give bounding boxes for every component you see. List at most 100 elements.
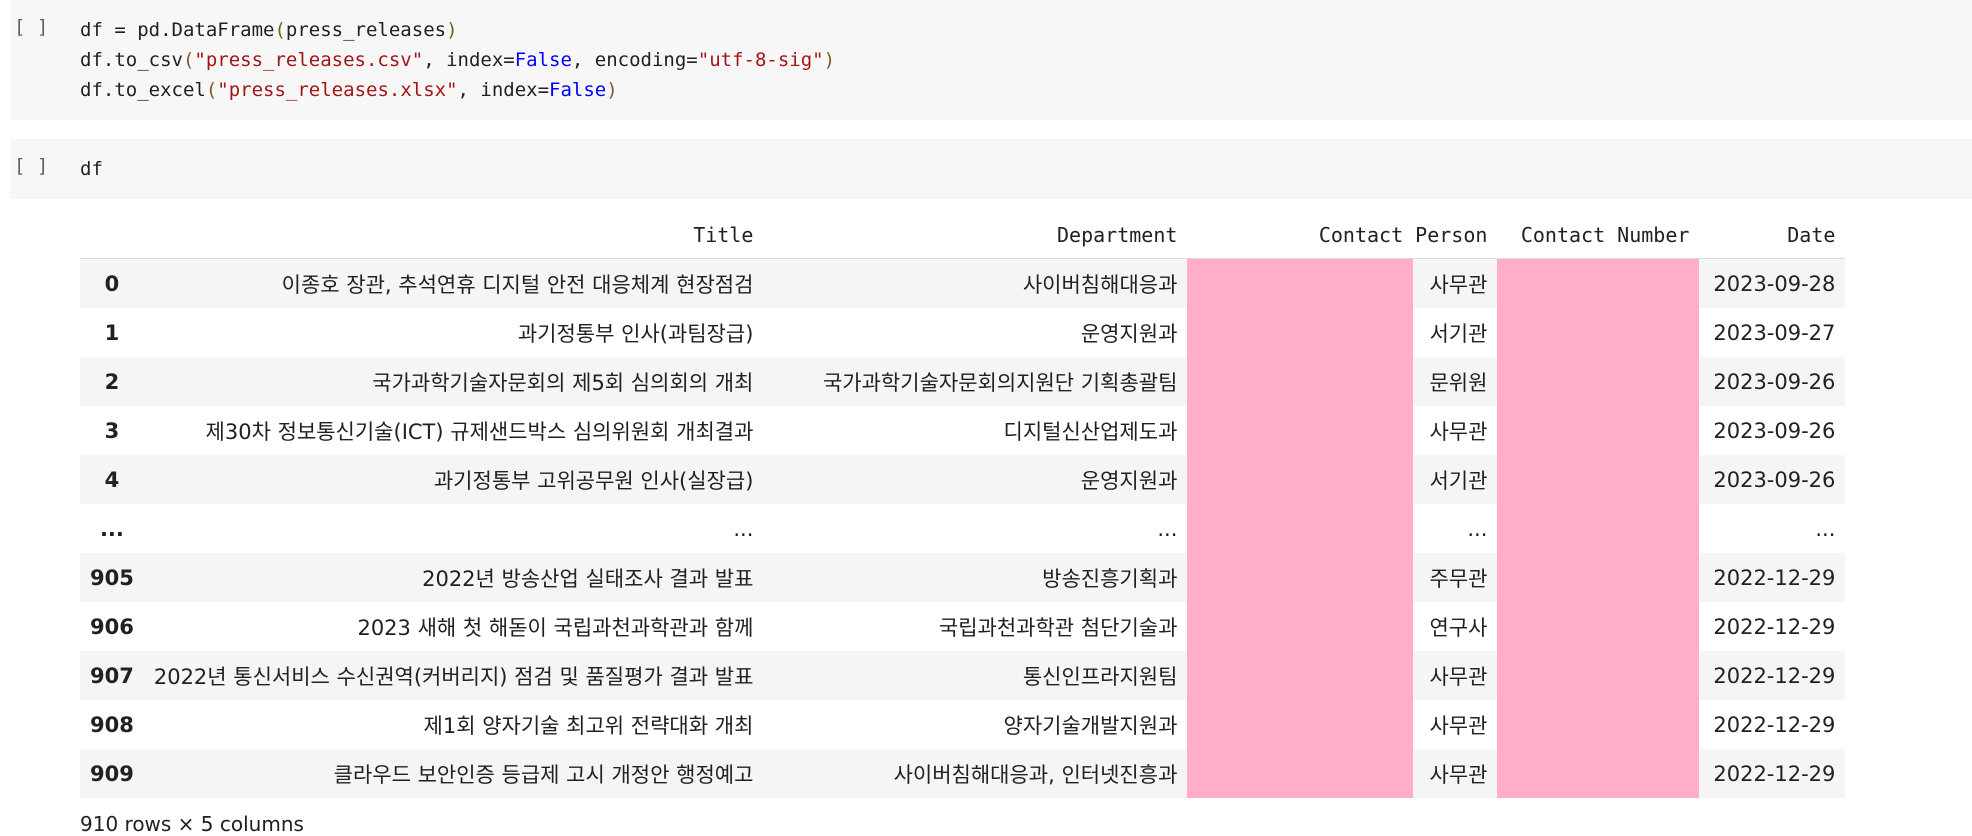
cell-date: 2022-12-29: [1699, 553, 1846, 602]
code-line: df: [80, 154, 103, 184]
redacted-contact-name: [1187, 651, 1414, 700]
code-token: "press_releases.xlsx": [217, 79, 458, 101]
code-token: ): [606, 79, 618, 101]
row-index: 907: [80, 651, 144, 700]
cell-date: ...: [1699, 504, 1846, 553]
redacted-contact-name: [1187, 406, 1414, 455]
column-header-title: Title: [143, 212, 764, 259]
cell-title: 2023 새해 첫 해돋이 국립과천과학관과 함께: [143, 602, 764, 651]
redacted-contact-number: [1497, 651, 1700, 700]
cell-contact-person: 주무관: [1413, 553, 1498, 602]
cell-contact-person: 서기관: [1413, 308, 1498, 357]
cell-contact-person: 사무관: [1413, 700, 1498, 749]
cell-department: 운영지원과: [763, 455, 1188, 504]
table-row: ...............: [80, 504, 1846, 553]
code-token: , encoding=: [571, 49, 698, 71]
cell-date: 2022-12-29: [1699, 700, 1846, 749]
row-index: 1: [80, 308, 144, 357]
redacted-contact-name: [1187, 602, 1414, 651]
redacted-contact-number: [1497, 455, 1700, 504]
cell-date: 2022-12-29: [1699, 749, 1846, 798]
redacted-contact-name: [1187, 357, 1414, 406]
run-cell-1-button[interactable]: [ ]: [14, 16, 58, 46]
cell-date: 2022-12-29: [1699, 651, 1846, 700]
cell-department: 양자기술개발지원과: [763, 700, 1188, 749]
redacted-contact-name: [1187, 258, 1414, 308]
table-row: 907 2022년 통신서비스 수신권역(커버리지) 점검 및 품질평가 결과 발…: [80, 651, 1846, 700]
cell-title: 제1회 양자기술 최고위 전략대화 개최: [143, 700, 764, 749]
redacted-contact-name: [1187, 749, 1414, 798]
table-row: 909 클라우드 보안인증 등급제 고시 개정안 행정예고 사이버침해대응과, 인터…: [80, 749, 1846, 798]
cell-title: 2022년 방송산업 실태조사 결과 발표: [143, 553, 764, 602]
cell-date: 2023-09-26: [1699, 406, 1846, 455]
code-token: False: [549, 79, 607, 101]
redacted-contact-number: [1497, 258, 1700, 308]
cell-title: 제30차 정보통신기술(ICT) 규제샌드박스 심의위원회 개최결과: [143, 406, 764, 455]
redacted-contact-number: [1497, 504, 1700, 553]
cell-date: 2022-12-29: [1699, 602, 1846, 651]
code-line: df.to_excel("press_releases.xlsx", index…: [80, 75, 835, 105]
redacted-contact-number: [1497, 700, 1700, 749]
redacted-contact-name: [1187, 700, 1414, 749]
cell-department: 방송진흥기획과: [763, 553, 1188, 602]
cell-department: 사이버침해대응과, 인터넷진흥과: [763, 749, 1188, 798]
cell-contact-person: 사무관: [1413, 749, 1498, 798]
column-header-contact-number: Contact Number: [1497, 212, 1700, 259]
column-header-index: [80, 212, 144, 259]
code-token: "utf-8-sig": [697, 49, 824, 71]
column-header-department: Department: [763, 212, 1188, 259]
redacted-contact-number: [1497, 406, 1700, 455]
cell-contact-person: 사무관: [1413, 651, 1498, 700]
code-token: df.to_csv: [80, 49, 183, 71]
redacted-contact-name: [1187, 504, 1414, 553]
cell-contact-person: 서기관: [1413, 455, 1498, 504]
redacted-contact-name: [1187, 308, 1414, 357]
redacted-contact-name: [1187, 455, 1414, 504]
row-index: 2: [80, 357, 144, 406]
cell-department: 통신인프라지원팀: [763, 651, 1188, 700]
cell-title: 과기정통부 고위공무원 인사(실장급): [143, 455, 764, 504]
code-cell-1-source[interactable]: df = pd.DataFrame(press_releases) df.to_c…: [80, 15, 835, 105]
run-cell-2-button[interactable]: [ ]: [14, 155, 58, 185]
cell-department: 국립과천과학관 첨단기술과: [763, 602, 1188, 651]
code-token: , index=: [457, 79, 550, 101]
code-line: df = pd.DataFrame(press_releases): [80, 15, 835, 45]
dataframe-output: Title Department Contact Person Contact …: [80, 212, 1846, 798]
code-token: (: [274, 19, 286, 41]
row-index: 905: [80, 553, 144, 602]
code-token: ): [823, 49, 836, 71]
cell-contact-person: 문위원: [1413, 357, 1498, 406]
table-row: 4 과기정통부 고위공무원 인사(실장급) 운영지원과 서기관 2023-09-26: [80, 455, 1846, 504]
code-token: , index=: [423, 49, 515, 71]
cell-date: 2023-09-27: [1699, 308, 1846, 357]
table-row: 1 과기정통부 인사(과팀장급) 운영지원과 서기관 2023-09-27: [80, 308, 1846, 357]
row-index: 4: [80, 455, 144, 504]
cell-department: 디지털신산업제도과: [763, 406, 1188, 455]
cell-title: 2022년 통신서비스 수신권역(커버리지) 점검 및 품질평가 결과 발표: [143, 651, 764, 700]
redacted-contact-number: [1497, 357, 1700, 406]
cell-date: 2023-09-28: [1699, 258, 1846, 308]
cell-contact-person: ...: [1413, 504, 1498, 553]
cell-title: 이종호 장관, 추석연휴 디지털 안전 대응체계 현장점검: [143, 258, 764, 308]
cell-department: 사이버침해대응과: [763, 258, 1188, 308]
table-row: 905 2022년 방송산업 실태조사 결과 발표 방송진흥기획과 주무관 2022-1…: [80, 553, 1846, 602]
code-token: "press_releases.csv": [194, 49, 424, 71]
code-token: False: [514, 49, 572, 71]
cell-title: 과기정통부 인사(과팀장급): [143, 308, 764, 357]
code-cell-2-source[interactable]: df: [80, 154, 103, 184]
redacted-contact-name: [1187, 553, 1414, 602]
cell-contact-person: 연구사: [1413, 602, 1498, 651]
row-index: 0: [80, 258, 144, 308]
code-token: df.to_excel: [80, 79, 206, 101]
code-token: df = pd.DataFrame: [80, 19, 275, 41]
row-index: ...: [80, 504, 144, 553]
cell-department: 운영지원과: [763, 308, 1188, 357]
table-row: 906 2023 새해 첫 해돋이 국립과천과학관과 함께 국립과천과학관 첨단기술…: [80, 602, 1846, 651]
cell-department: 국가과학기술자문회의지원단 기획총괄팀: [763, 357, 1188, 406]
code-cell-2[interactable]: [10, 139, 1972, 199]
code-token: (: [205, 79, 218, 101]
row-index: 908: [80, 700, 144, 749]
row-index: 909: [80, 749, 144, 798]
cell-department: ...: [763, 504, 1188, 553]
code-token: press_releases: [285, 19, 447, 41]
